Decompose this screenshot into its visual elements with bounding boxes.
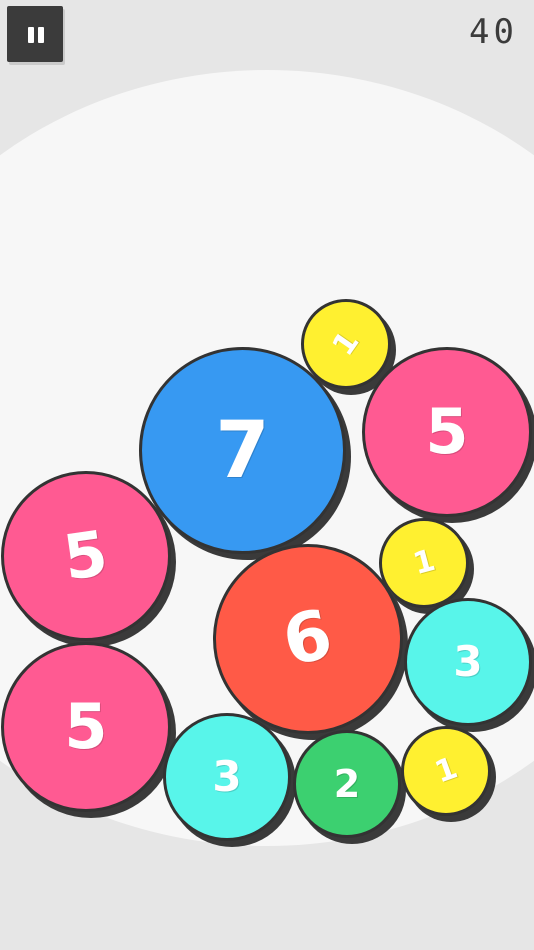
ball-number: 7 <box>215 405 270 496</box>
score-counter: 40 <box>469 12 518 52</box>
ball-5-left-lower[interactable]: 5 <box>1 642 171 812</box>
ball-1-bottom[interactable]: 1 <box>401 726 491 816</box>
ball-5-right[interactable]: 5 <box>362 347 532 517</box>
pause-button[interactable] <box>7 6 63 62</box>
ball-7[interactable]: 7 <box>139 347 346 554</box>
ball-5-left-upper[interactable]: 5 <box>1 471 171 641</box>
ball-number: 5 <box>64 690 108 763</box>
ball-6[interactable]: 6 <box>213 544 403 734</box>
ball-number: 1 <box>430 750 462 791</box>
ball-number: 2 <box>333 762 361 806</box>
ball-3-bottom[interactable]: 3 <box>163 713 291 841</box>
ball-3-right[interactable]: 3 <box>404 598 532 726</box>
ball-2[interactable]: 2 <box>293 730 401 838</box>
ball-1-middle[interactable]: 1 <box>379 518 469 608</box>
ball-number: 1 <box>325 325 366 363</box>
ball-number: 3 <box>453 637 483 686</box>
ball-number: 6 <box>276 594 340 683</box>
game-screen: 40 1 7 5 5 1 6 3 5 3 2 1 <box>0 0 534 950</box>
ball-number: 5 <box>425 395 469 468</box>
ball-number: 3 <box>212 752 242 801</box>
ball-number: 5 <box>59 516 113 595</box>
ball-number: 1 <box>409 542 439 583</box>
